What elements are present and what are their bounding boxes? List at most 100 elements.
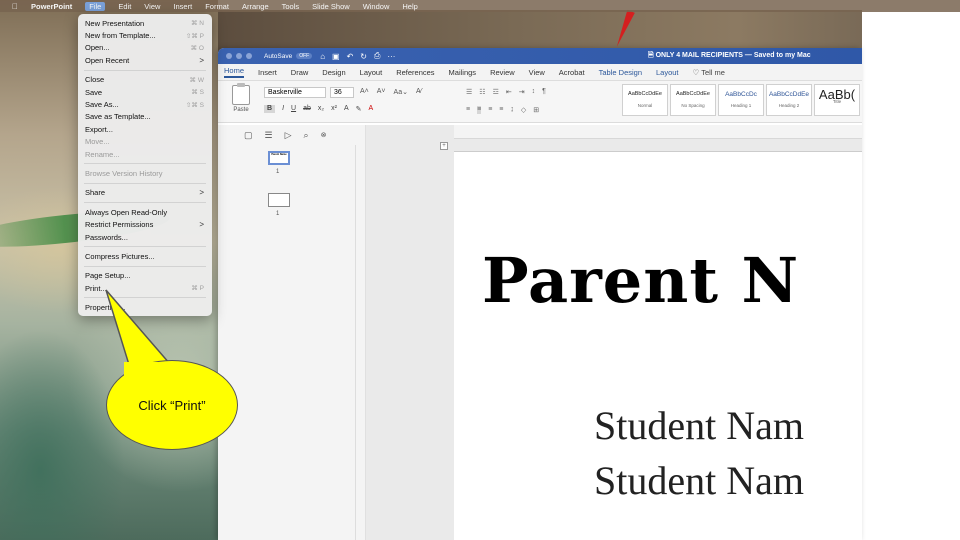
mac-menu-bar:  PowerPoint File Edit View Insert Forma… (0, 0, 960, 12)
tab-references[interactable]: References (396, 68, 434, 77)
table-move-handle[interactable]: + (440, 142, 448, 150)
numbering-icon[interactable]: ☷ (479, 88, 485, 96)
menu-item-new-from-template[interactable]: New from Template... ⇧⌘ P (78, 29, 212, 41)
horizontal-ruler (454, 125, 862, 139)
style-title[interactable]: AaBb( Title (814, 84, 860, 116)
menu-view[interactable]: View (144, 2, 160, 11)
tab-mailings[interactable]: Mailings (449, 68, 477, 77)
menu-slide-show[interactable]: Slide Show (312, 2, 350, 11)
close-pane-icon[interactable]: ⊗ (321, 131, 327, 139)
bold-button[interactable]: B (264, 105, 276, 113)
student-name-line[interactable]: Student Nam (594, 457, 804, 504)
multilevel-icon[interactable]: ☲ (493, 88, 499, 96)
menu-item-save-as-template[interactable]: Save as Template... (78, 111, 212, 123)
redo-icon[interactable]: ↻ (360, 52, 367, 61)
menu-item-save[interactable]: Save ⌘ S (78, 86, 212, 98)
superscript-button[interactable]: x² (331, 105, 337, 113)
menu-item-passwords[interactable]: Passwords... (78, 231, 212, 243)
menu-item-page-setup[interactable]: Page Setup... (78, 270, 212, 282)
shrink-font-icon[interactable]: A˅ (377, 88, 386, 96)
styles-gallery: AaBbCcDdEe Normal AaBbCcDdEe No Spacing … (622, 84, 860, 116)
italic-button[interactable]: I (282, 105, 284, 113)
style-no-spacing[interactable]: AaBbCcDdEe No Spacing (670, 84, 716, 116)
menu-item-export[interactable]: Export... (78, 123, 212, 135)
tab-table-design[interactable]: Table Design (599, 68, 642, 77)
underline-button[interactable]: U (291, 105, 296, 113)
strikethrough-button[interactable]: ab (303, 105, 311, 113)
menu-window[interactable]: Window (363, 2, 390, 11)
tell-me-field[interactable]: ♡ Tell me (693, 68, 725, 77)
menu-app-name[interactable]: PowerPoint (31, 2, 72, 11)
text-effects-icon[interactable]: A (344, 105, 349, 113)
save-icon[interactable]: ▣ (332, 52, 340, 61)
font-name-select[interactable]: Baskerville (264, 87, 326, 98)
line-spacing-icon[interactable]: ↨ (510, 106, 514, 114)
highlight-icon[interactable]: ✎ (356, 105, 362, 113)
tab-review[interactable]: Review (490, 68, 515, 77)
align-right-icon[interactable]: ≡ (488, 106, 492, 114)
align-left-icon[interactable]: ≡ (466, 106, 470, 114)
home-icon[interactable]: ⌂ (320, 52, 325, 61)
menu-edit[interactable]: Edit (118, 2, 131, 11)
zoom-window-button[interactable] (246, 53, 252, 59)
menu-item-new-presentation[interactable]: New Presentation ⌘ N (78, 17, 212, 29)
menu-item-close[interactable]: Close ⌘ W (78, 74, 212, 86)
menu-item-restrict-permissions[interactable]: Restrict Permissions > (78, 218, 212, 230)
menu-item-open[interactable]: Open... ⌘ O (78, 42, 212, 54)
tab-draw[interactable]: Draw (291, 68, 309, 77)
borders-icon[interactable]: ⊞ (533, 106, 539, 114)
subscript-button[interactable]: x₂ (318, 105, 324, 113)
print-icon[interactable]: ⎙ (374, 51, 380, 61)
menu-help[interactable]: Help (402, 2, 417, 11)
page-thumbnail-1[interactable]: Parent Name (268, 151, 290, 165)
outline-icon[interactable]: ☰ (265, 130, 273, 141)
style-heading-2[interactable]: AaBbCcDdEe Heading 2 (766, 84, 812, 116)
student-name-line[interactable]: Student Nam (594, 402, 804, 449)
font-color-icon[interactable]: A (368, 105, 373, 113)
autosave-toggle[interactable]: OFF (296, 53, 313, 59)
tab-home[interactable]: Home (224, 66, 245, 78)
clear-format-icon[interactable]: A⁄ (416, 88, 422, 96)
increase-indent-icon[interactable]: ⇥ (519, 88, 525, 96)
sort-icon[interactable]: ↕ (532, 88, 536, 96)
style-heading-1[interactable]: AaBbCcDc Heading 1 (718, 84, 764, 116)
apple-icon[interactable]:  (12, 2, 18, 11)
menu-tools[interactable]: Tools (282, 2, 300, 11)
page-thumbnail-2[interactable] (268, 193, 290, 207)
menu-item-share[interactable]: Share > (78, 187, 212, 199)
align-center-icon[interactable]: ≡ (477, 106, 482, 114)
paste-button[interactable]: Paste (226, 83, 256, 113)
menu-insert[interactable]: Insert (173, 2, 192, 11)
change-case-icon[interactable]: Aa⌄ (394, 88, 408, 96)
tab-acrobat[interactable]: Acrobat (559, 68, 585, 77)
pilcrow-icon[interactable]: ¶ (542, 88, 546, 96)
menu-item-save-as[interactable]: Save As... ⇧⌘ S (78, 98, 212, 110)
menu-item-always-open-read-only[interactable]: Always Open Read-Only (78, 206, 212, 218)
more-icon[interactable]: ··· (387, 52, 395, 61)
undo-icon[interactable]: ↶ (347, 52, 354, 61)
style-normal[interactable]: AaBbCcDdEe Normal (622, 84, 668, 116)
thumbnails-icon[interactable]: ▢ (244, 130, 253, 141)
bookmark-icon[interactable]: ▷ (285, 130, 292, 141)
document-heading[interactable]: Parent N (482, 244, 799, 317)
decrease-indent-icon[interactable]: ⇤ (506, 88, 512, 96)
bullets-icon[interactable]: ☰ (466, 88, 472, 96)
menu-format[interactable]: Format (205, 2, 229, 11)
grow-font-icon[interactable]: A˄ (360, 88, 369, 96)
search-icon[interactable]: ⌕ (304, 130, 309, 141)
tab-view[interactable]: View (529, 68, 545, 77)
document-page[interactable]: Parent N Student Nam Student Nam (454, 151, 862, 540)
tab-design[interactable]: Design (322, 68, 345, 77)
menu-item-open-recent[interactable]: Open Recent > (78, 54, 212, 66)
tab-layout[interactable]: Layout (360, 68, 383, 77)
shading-icon[interactable]: ◇ (521, 106, 526, 114)
close-window-button[interactable] (226, 53, 232, 59)
tab-insert[interactable]: Insert (258, 68, 277, 77)
tab-table-layout[interactable]: Layout (656, 68, 679, 77)
menu-item-compress-pictures[interactable]: Compress Pictures... (78, 250, 212, 262)
menu-arrange[interactable]: Arrange (242, 2, 269, 11)
minimize-window-button[interactable] (236, 53, 242, 59)
font-size-select[interactable]: 36 (330, 87, 354, 98)
justify-icon[interactable]: ≡ (499, 106, 503, 114)
menu-file[interactable]: File (85, 1, 106, 11)
